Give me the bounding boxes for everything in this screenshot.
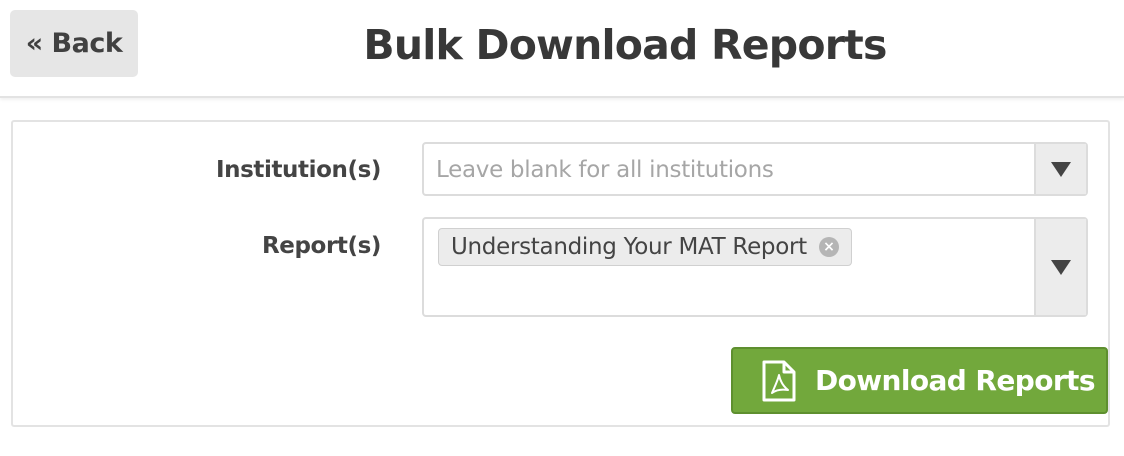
- reports-label: Report(s): [261, 233, 381, 259]
- triangle-down-icon: [1051, 161, 1071, 177]
- back-button-label: « Back: [25, 28, 123, 59]
- institutions-placeholder: Leave blank for all institutions: [436, 157, 774, 183]
- download-reports-label: Download Reports: [815, 364, 1095, 397]
- selected-report-tag: Understanding Your MAT Report ×: [438, 228, 852, 266]
- back-button[interactable]: « Back: [10, 10, 138, 77]
- selected-report-label: Understanding Your MAT Report: [451, 234, 807, 260]
- page-title: Bulk Download Reports: [363, 21, 887, 69]
- institutions-dropdown-toggle[interactable]: [1034, 144, 1086, 194]
- header-bar: « Back Bulk Download Reports: [0, 0, 1124, 98]
- triangle-down-icon: [1051, 259, 1071, 275]
- institutions-label: Institution(s): [215, 157, 381, 183]
- reports-dropdown-toggle[interactable]: [1034, 219, 1086, 315]
- pdf-file-icon: [762, 360, 796, 401]
- download-reports-button[interactable]: Download Reports: [731, 347, 1108, 414]
- close-circle-icon[interactable]: ×: [818, 237, 839, 257]
- institutions-select[interactable]: Leave blank for all institutions: [422, 142, 1088, 196]
- reports-select[interactable]: Understanding Your MAT Report ×: [422, 217, 1088, 317]
